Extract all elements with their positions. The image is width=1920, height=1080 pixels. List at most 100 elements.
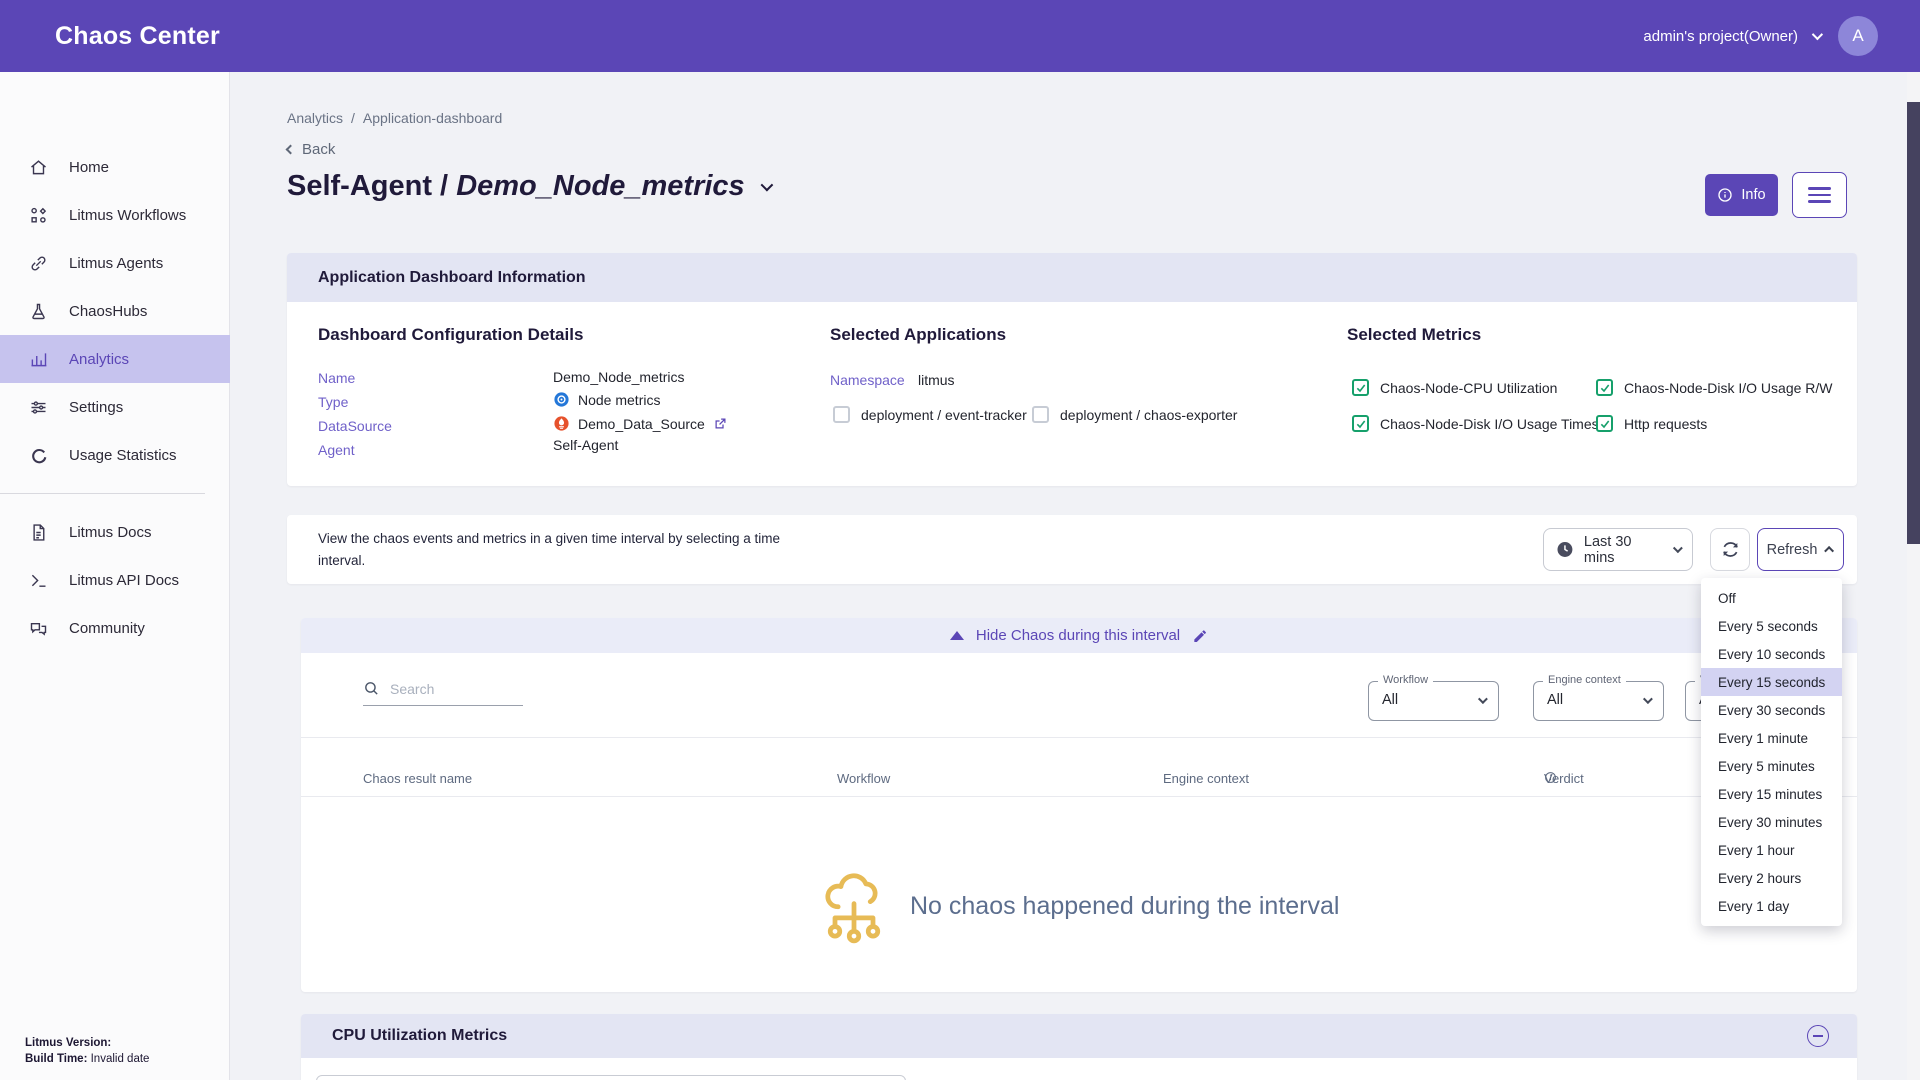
engine-context-filter[interactable]: Engine context All [1533,681,1664,721]
refresh-option-10s[interactable]: Every 10 seconds [1701,640,1842,668]
sidebar-item-usage-statistics[interactable]: Usage Statistics [0,431,230,479]
clock-icon [1556,540,1574,559]
back-button[interactable]: Back [287,141,335,158]
empty-message: No chaos happened during the interval [910,892,1339,921]
refresh-now-button[interactable] [1710,528,1750,571]
search-field[interactable] [363,680,523,706]
refresh-option-5s[interactable]: Every 5 seconds [1701,612,1842,640]
metric-checkbox-disk-io-rw[interactable]: Chaos-Node-Disk I/O Usage R/W [1596,379,1833,396]
sidebar-item-chaoshubs[interactable]: ChaosHubs [0,287,230,335]
page-title: Self-Agent / Demo_Node_metrics [287,170,745,203]
cpu-panel-header: CPU Utilization Metrics [301,1014,1857,1058]
time-range-value: Last 30 mins [1584,534,1661,566]
hamburger-icon [1808,187,1831,190]
refresh-option-5m[interactable]: Every 5 minutes [1701,752,1842,780]
chevron-down-icon [1812,29,1823,40]
column-workflow: Workflow [837,771,890,786]
title-chevron-down-icon[interactable] [760,179,773,192]
sidebar-item-litmus-agents[interactable]: Litmus Agents [0,239,230,287]
selected-applications-title: Selected Applications [830,325,1006,345]
checkbox-checked-icon[interactable] [1596,379,1613,396]
breadcrumb-separator: / [351,110,355,126]
column-chaos-result-name: Chaos result name [363,771,472,786]
checkbox-checked-icon[interactable] [1352,415,1369,432]
prometheus-icon [553,415,570,432]
info-button[interactable]: Info [1705,174,1778,216]
refresh-option-1m[interactable]: Every 1 minute [1701,724,1842,752]
dashboard-menu-button[interactable] [1792,172,1847,218]
sidebar-item-label: Home [69,159,109,176]
checkbox-unchecked-icon[interactable] [833,406,850,423]
project-switcher[interactable]: admin's project(Owner) [1643,28,1820,45]
refresh-option-2h[interactable]: Every 2 hours [1701,864,1842,892]
external-link-icon[interactable] [713,416,728,431]
refresh-option-15m[interactable]: Every 15 minutes [1701,780,1842,808]
breadcrumb-application-dashboard[interactable]: Application-dashboard [363,110,502,126]
engine-context-filter-value: All [1547,692,1563,708]
refresh-option-off[interactable]: Off [1701,584,1842,612]
page-scrollbar[interactable] [1907,72,1920,1080]
build-time-value: Invalid date [91,1053,150,1065]
config-value-agent: Self-Agent [553,437,618,453]
engine-context-filter-label: Engine context [1543,674,1626,686]
metric-checkbox-http-requests[interactable]: Http requests [1596,415,1707,432]
time-range-select[interactable]: Last 30 mins [1543,528,1693,571]
checkbox-checked-icon[interactable] [1596,415,1613,432]
breadcrumb: Analytics / Application-dashboard [287,110,502,126]
interval-description: View the chaos events and metrics in a g… [318,528,878,571]
refresh-interval-menu: Off Every 5 seconds Every 10 seconds Eve… [1701,578,1842,926]
cpu-utilization-panel: CPU Utilization Metrics [301,1014,1857,1080]
sidebar-item-label: Analytics [69,351,129,368]
sidebar-item-analytics[interactable]: Analytics [0,335,230,383]
chevron-down-icon [1673,543,1683,553]
refresh-option-15s[interactable]: Every 15 seconds [1701,668,1842,696]
scrollbar-thumb[interactable] [1907,102,1920,544]
application-checkbox-event-tracker[interactable]: deployment / event-tracker [833,406,1027,423]
refresh-option-30s[interactable]: Every 30 seconds [1701,696,1842,724]
checkbox-unchecked-icon[interactable] [1032,406,1049,423]
metric-checkbox-cpu-utilization[interactable]: Chaos-Node-CPU Utilization [1352,379,1557,396]
cpu-panel-title: CPU Utilization Metrics [332,1027,507,1045]
checkbox-checked-icon[interactable] [1352,379,1369,396]
build-time-label: Build Time: [25,1053,87,1065]
config-label-datasource: DataSource [318,418,392,434]
project-switcher-label: admin's project(Owner) [1643,28,1798,45]
agents-icon [28,253,49,274]
sidebar-item-litmus-docs[interactable]: Litmus Docs [0,508,230,556]
refresh-button-label: Refresh [1767,542,1818,558]
hide-chaos-toggle[interactable]: Hide Chaos during this interval [301,618,1857,653]
refresh-option-30m[interactable]: Every 30 minutes [1701,808,1842,836]
column-verdict: Verdict [1544,771,1557,784]
avatar[interactable]: A [1838,16,1878,56]
sidebar-item-community[interactable]: Community [0,604,230,652]
sidebar-item-settings[interactable]: Settings [0,383,230,431]
sidebar-divider [0,493,205,494]
refresh-option-1h[interactable]: Every 1 hour [1701,836,1842,864]
column-engine-context: Engine context [1163,771,1249,786]
application-checkbox-chaos-exporter[interactable]: deployment / chaos-exporter [1032,406,1237,423]
divider [301,737,1857,738]
info-button-label: Info [1741,187,1765,203]
usage-statistics-icon [28,445,49,466]
breadcrumb-analytics[interactable]: Analytics [287,110,343,126]
workflow-filter[interactable]: Workflow All [1368,681,1499,721]
refresh-option-1d[interactable]: Every 1 day [1701,892,1842,920]
sidebar-item-litmus-api-docs[interactable]: Litmus API Docs [0,556,230,604]
avatar-letter: A [1852,26,1863,46]
sidebar-item-home[interactable]: Home [0,143,230,191]
config-value-type: Node metrics [553,391,660,408]
config-label-name: Name [318,370,355,386]
divider [301,796,1857,797]
collapse-minus-icon[interactable] [1807,1025,1829,1047]
sidebar-item-litmus-workflows[interactable]: Litmus Workflows [0,191,230,239]
workflows-icon [28,205,49,226]
metric-checkbox-disk-io-times[interactable]: Chaos-Node-Disk I/O Usage Times [1352,415,1599,432]
search-input[interactable] [390,681,500,697]
document-icon [28,522,49,543]
chevron-down-icon [1478,694,1488,704]
sidebar-item-label: ChaosHubs [69,303,147,320]
edit-pencil-icon[interactable] [1192,628,1208,644]
refresh-interval-button[interactable]: Refresh [1757,528,1844,571]
analytics-icon [28,349,49,370]
panel-title: Application Dashboard Information [318,269,586,287]
